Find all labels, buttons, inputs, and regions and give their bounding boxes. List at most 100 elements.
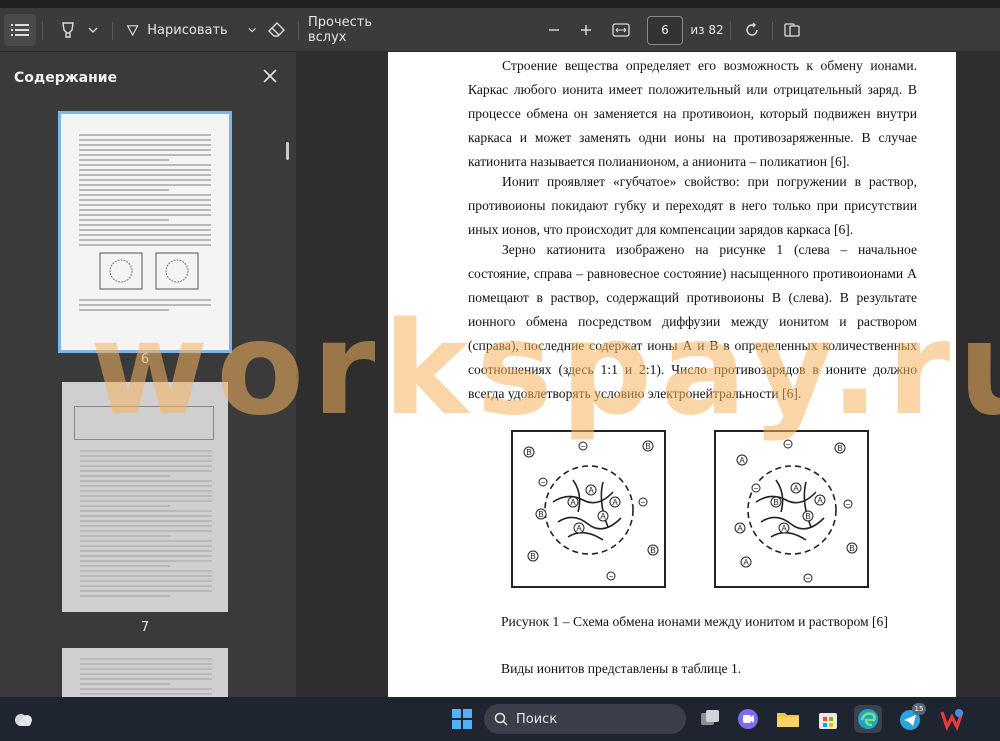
thumbnail-text-line [79,174,211,176]
figure-caption: Рисунок 1 – Схема обмена ионами между ио… [501,614,888,629]
task-view-icon [701,710,719,725]
svg-text:B: B [650,546,655,555]
wps-office-button[interactable] [938,705,966,733]
start-button[interactable] [448,705,476,733]
svg-text:B: B [837,444,842,453]
svg-text:A: A [743,558,749,567]
thumbnail-text-line [79,139,211,141]
thumbnail-text-line [79,179,211,181]
chat-icon [738,709,758,729]
toolbar-divider [730,22,731,40]
thumbnail-text-line [79,144,211,146]
close-sidebar-button[interactable] [260,66,280,86]
list-icon [11,24,29,36]
page-thumbnail-6[interactable] [58,111,232,353]
zoom-out-button[interactable] [542,8,566,52]
svg-text:A: A [600,512,606,521]
thumbnail-text-line [80,590,212,592]
weather-widget[interactable] [10,705,38,733]
page-thumbnail-8[interactable] [62,648,228,697]
taskbar-search[interactable]: Поиск [484,704,686,734]
svg-text:B: B [773,498,778,507]
search-icon [494,712,508,726]
contents-button[interactable] [4,14,36,46]
toolbar-divider [298,22,299,40]
chat-app-button[interactable] [734,705,762,733]
thumbnail-text-line [80,585,212,587]
taskbar-search-label: Поиск [516,711,558,727]
thumbnail-text-line [79,304,211,306]
task-view-button[interactable] [696,705,724,733]
thumbnail-text-line [80,693,212,695]
svg-text:A: A [739,456,745,465]
figure-initial-state: B B B B B A A A A A − − − − [511,430,666,588]
thumbnail-text-line [79,164,211,166]
toolbar-divider [772,22,773,40]
zoom-in-button[interactable] [574,8,598,52]
fit-width-button[interactable] [608,8,634,52]
thumbnail-text-line [79,184,211,186]
title-bar [0,0,1000,8]
thumbnail-text-line [80,575,212,577]
thumbnail-text-line [79,214,211,216]
page-thumbnail-7[interactable] [62,382,228,612]
svg-text:−: − [754,484,759,493]
thumbnail-text-line [80,525,212,527]
page-view-button[interactable] [780,8,804,52]
thumbnail-text-line [80,510,212,512]
close-icon [263,69,277,83]
weather-icon [15,714,32,726]
thumbnail-figure [99,252,199,290]
svg-text:A: A [817,496,823,505]
thumbnail-text-line [79,154,211,156]
thumbnail-text-line [80,500,212,502]
svg-text:B: B [526,448,531,457]
thumbnail-text-line [79,169,211,171]
highlight-button[interactable] [54,8,104,52]
chevron-down-icon [248,27,256,33]
thumbnail-text-line [80,465,212,467]
figure-equilibrium-state: A B A B A B A B A A − − − − [714,430,869,588]
page-number-input[interactable]: 6 [647,16,683,45]
thumbnail-table [74,406,214,440]
rotate-button[interactable] [740,8,764,52]
svg-text:−: − [641,498,646,507]
thumbnail-text-line [80,580,212,582]
read-aloud-button[interactable]: Прочесть вслух [308,8,408,52]
fit-width-icon [612,23,630,37]
thumbnail-text-line [80,475,170,477]
paragraph: Строение вещества определяет его возможн… [468,58,917,169]
eraser-button[interactable] [264,8,290,52]
thumbnail-text-line [79,239,211,241]
draw-button[interactable]: Нарисовать [126,8,256,52]
file-explorer-button[interactable] [774,705,802,733]
telegram-button[interactable]: 15 [896,703,926,733]
sidebar-title: Содержание [14,70,118,86]
store-button[interactable] [814,705,842,733]
thumbnail-text-line [80,470,212,472]
svg-text:B: B [805,512,810,521]
thumbnail-text-line [80,480,212,482]
paragraph: Зерно катионита изображено на рисунке 1 … [468,242,917,401]
thumbnail-text-line [79,204,211,206]
thumbnail-text-line [80,678,212,680]
paragraph: Виды ионитов представлены в таблице 1. [501,661,742,676]
store-icon [819,713,837,729]
thumbnail-text-line [79,159,169,161]
thumbnail-text-line [79,244,211,246]
svg-text:A: A [576,524,582,533]
thumbnail-text-line [80,658,212,660]
svg-text:−: − [786,440,791,449]
read-aloud-label: Прочесть вслух [308,15,373,45]
sidebar-scrollbar[interactable] [286,142,289,160]
thumbnail-text-line [80,545,212,547]
toolbar: Нарисовать Прочесть вслух 6 из 82 [0,8,1000,52]
thumbnail-text-line [79,134,211,136]
svg-text:A: A [588,486,594,495]
eraser-icon [268,22,285,37]
document-viewer[interactable]: Строение вещества определяет его возможн… [296,52,1000,697]
taskbar: Поиск 15 [0,697,1000,741]
edge-browser-button[interactable] [854,705,882,733]
thumbnail-text-line [79,224,211,226]
document-page: Строение вещества определяет его возможн… [388,52,956,697]
